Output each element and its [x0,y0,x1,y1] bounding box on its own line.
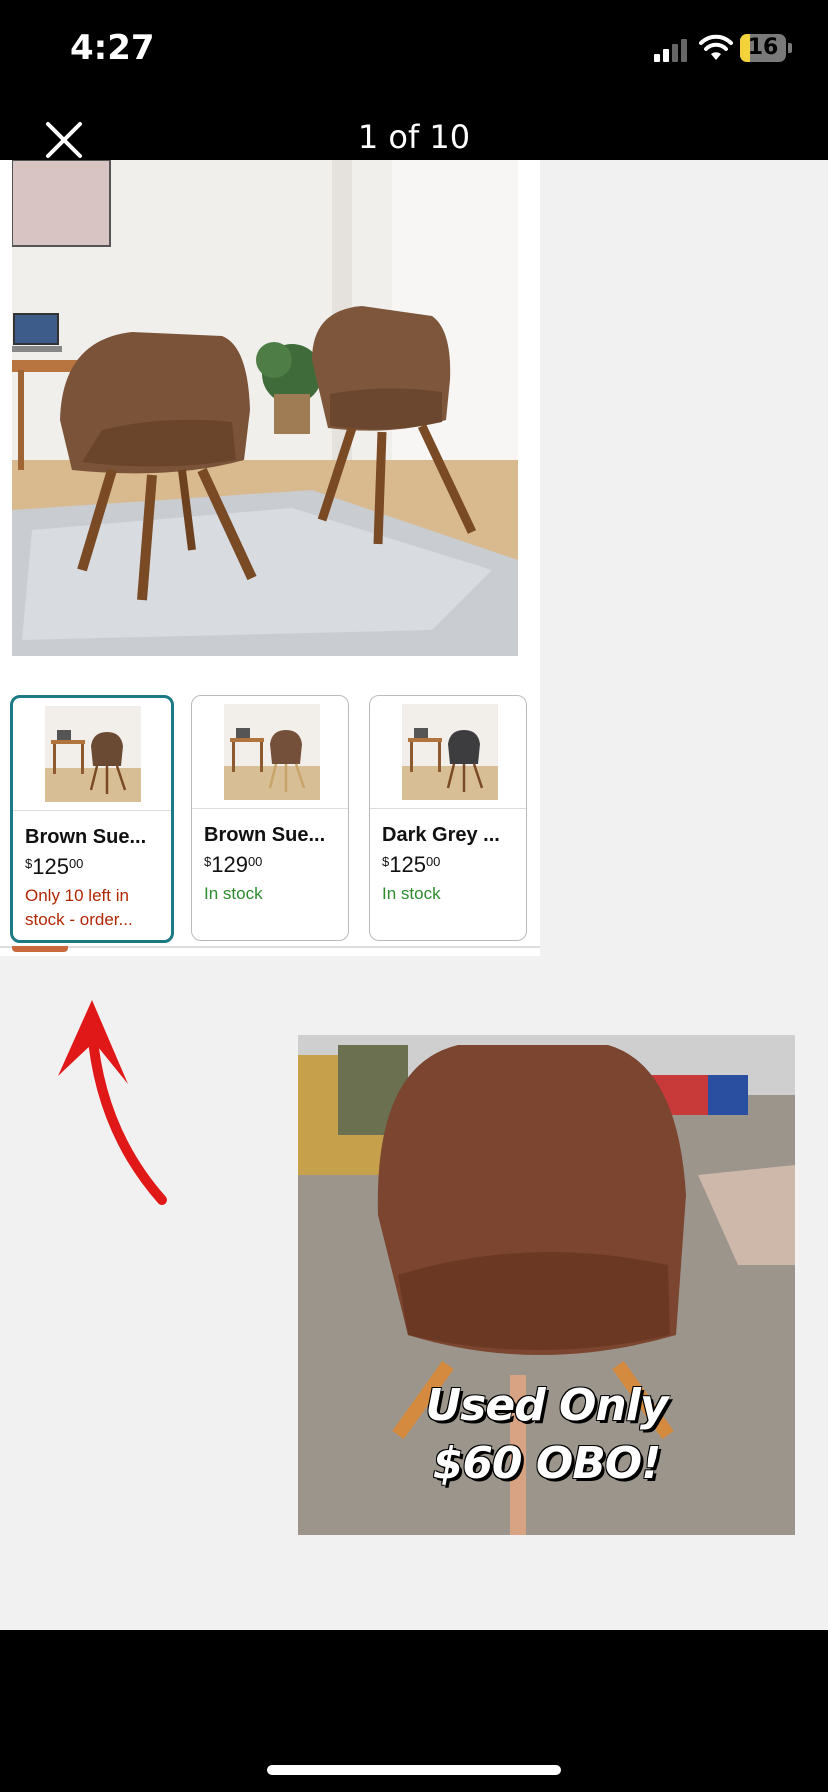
product-title: Dark Grey ... [382,824,500,846]
product-thumbnail [45,706,141,802]
carousel-indicator [12,946,68,952]
red-arrow-icon [58,1000,167,1205]
carousel-track [0,946,540,948]
overlay-text-line-1: Used Only [425,1380,668,1431]
stock-status: In stock [382,884,441,903]
product-screenshot-panel: Brown Sue... $12500 Only 10 left in stoc… [0,160,540,956]
status-bar: 4:27 16 [0,0,828,100]
stock-status: In stock [204,884,263,903]
wifi-icon [699,34,733,60]
product-title: Brown Sue... [204,824,326,846]
status-time: 4:27 [70,28,155,68]
product-price: $12500 [382,852,441,877]
stock-status: Only 10 left in stock - order... [25,886,133,929]
product-variant-card-3[interactable]: Dark Grey ... $12500 In stock [369,695,527,941]
image-counter: 1 of 10 [357,118,471,156]
product-variant-card-2[interactable]: Brown Sue... $12900 In stock [191,695,349,941]
cellular-signal-icon [654,39,687,62]
media-content: Brown Sue... $12500 Only 10 left in stoc… [0,160,828,1630]
overlay-text-line-2: $60 OBO! [432,1438,662,1489]
product-price: $12500 [25,854,84,879]
product-variant-card-1[interactable]: Brown Sue... $12500 Only 10 left in stoc… [10,695,174,943]
battery-level: 16 [747,35,779,60]
product-thumbnail [224,704,320,800]
product-thumbnail [402,704,498,800]
used-chair-photo[interactable]: Used Only $60 OBO! [298,1035,795,1535]
product-hero-image[interactable] [12,160,518,656]
home-indicator[interactable] [267,1765,561,1775]
battery-icon: 16 [740,34,792,62]
product-title: Brown Sue... [25,826,147,848]
product-price: $12900 [204,852,263,877]
